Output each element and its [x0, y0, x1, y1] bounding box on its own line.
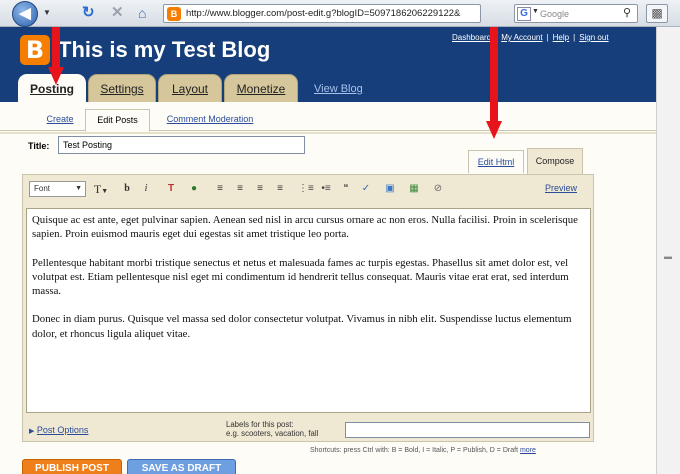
keyboard-shortcuts-hint: Shortcuts: press Ctrl with: B = Bold, I …: [310, 446, 536, 455]
browser-search-box[interactable]: G ▼ Google ⚲: [514, 4, 638, 23]
tab-compose[interactable]: Compose: [527, 148, 583, 174]
bold-icon[interactable]: b: [120, 181, 134, 197]
bullet-list-icon[interactable]: •≡: [319, 181, 333, 197]
page-scrollbar[interactable]: ▬: [656, 27, 680, 474]
view-blog-link[interactable]: View Blog: [314, 83, 363, 96]
spellcheck-icon[interactable]: ✓: [359, 181, 373, 197]
body-paragraph[interactable]: Donec in diam purus. Quisque vel massa s…: [32, 312, 585, 341]
my-account-link[interactable]: My Account: [501, 33, 542, 42]
tools-menu-icon[interactable]: ▩: [646, 4, 668, 23]
search-icon[interactable]: ⚲: [623, 7, 631, 20]
chevron-down-icon: ▼: [75, 185, 82, 192]
divider: [0, 132, 656, 134]
link-icon[interactable]: ●: [187, 181, 201, 197]
body-paragraph[interactable]: Quisque ac est ante, eget pulvinar sapie…: [32, 213, 585, 242]
italic-icon[interactable]: i: [139, 181, 153, 197]
tab-edit-html[interactable]: Edit Html: [468, 150, 524, 173]
preview-link[interactable]: Preview: [545, 182, 577, 194]
history-dropdown-icon[interactable]: ▼: [42, 5, 52, 21]
search-placeholder[interactable]: Google: [540, 8, 569, 20]
link-separator: |: [546, 33, 549, 42]
labels-hint: e.g. scooters, vacation, fall: [226, 429, 319, 438]
post-editor: Font ▼ T▼ b i T ● ≡ ≡ ≡ ≡ ⋮≡ •≡ “ ✓ ▣ ▦ ⊘…: [22, 174, 594, 442]
tab-layout[interactable]: Layout: [158, 74, 222, 102]
subtab-create[interactable]: Create: [36, 109, 84, 131]
help-link[interactable]: Help: [553, 33, 569, 42]
tab-monetize[interactable]: Monetize: [224, 74, 298, 102]
font-size-icon[interactable]: T▼: [91, 181, 111, 197]
save-as-draft-button[interactable]: SAVE AS DRAFT: [127, 459, 236, 474]
sign-out-link[interactable]: Sign out: [579, 33, 608, 42]
back-arrow-icon[interactable]: ◀: [12, 1, 38, 27]
blog-title: This is my Test Blog: [58, 37, 271, 62]
font-family-select[interactable]: Font ▼: [29, 181, 86, 197]
account-links: Dashboard|My Account|Help|Sign out: [452, 32, 609, 44]
site-favicon-icon: B: [167, 7, 181, 21]
blockquote-icon[interactable]: “: [339, 181, 353, 197]
blogger-page: B This is my Test Blog Dashboard | My Acco…: [0, 27, 656, 474]
align-right-icon[interactable]: ≡: [253, 181, 267, 197]
subtab-comment-moderation[interactable]: Comment Moderation: [155, 109, 265, 131]
google-icon[interactable]: G: [517, 7, 531, 21]
tab-settings[interactable]: Settings: [88, 74, 156, 102]
post-options-link[interactable]: Post Options: [37, 425, 89, 435]
triangle-right-icon: ▶: [29, 428, 35, 435]
reload-icon[interactable]: ↻: [82, 4, 95, 22]
scroll-grip-icon[interactable]: ▬: [664, 252, 672, 261]
labels-title: Labels for this post:: [226, 420, 294, 429]
body-paragraph[interactable]: Pellentesque habitant morbi tristique se…: [32, 256, 585, 299]
link-separator: |: [573, 33, 576, 42]
browser-toolbar: ◀ ▼ ↻ ✕ ⌂ B http://www.blogger.com/post-…: [0, 0, 680, 27]
editor-toolbar: Font ▼ T▼ b i T ● ≡ ≡ ≡ ≡ ⋮≡ •≡ “ ✓ ▣ ▦ ⊘…: [23, 175, 593, 203]
text-color-icon[interactable]: T: [164, 181, 178, 197]
blogger-header: B This is my Test Blog Dashboard | My Acco…: [0, 27, 656, 103]
title-label: Title:: [28, 141, 50, 151]
align-justify-icon[interactable]: ≡: [273, 181, 287, 197]
post-options-toggle[interactable]: ▶ Post Options: [29, 424, 88, 438]
posting-subtabs: Create Edit Posts Comment Moderation: [0, 103, 656, 132]
insert-image-icon[interactable]: ▣: [383, 181, 397, 197]
insert-video-icon[interactable]: ▦: [407, 181, 421, 197]
blogger-logo-icon[interactable]: B: [20, 35, 50, 65]
post-title-input[interactable]: [58, 136, 305, 154]
align-center-icon[interactable]: ≡: [233, 181, 247, 197]
subtab-edit-posts[interactable]: Edit Posts: [85, 109, 150, 132]
remove-formatting-icon[interactable]: ⊘: [431, 181, 445, 197]
address-bar[interactable]: B http://www.blogger.com/post-edit.g?blo…: [163, 4, 481, 23]
url-text[interactable]: http://www.blogger.com/post-edit.g?blogI…: [186, 7, 478, 21]
font-select-label: Font: [34, 184, 51, 193]
stop-icon[interactable]: ✕: [111, 4, 124, 22]
shortcuts-more-link[interactable]: more: [520, 447, 536, 454]
numbered-list-icon[interactable]: ⋮≡: [298, 181, 314, 197]
post-body-editor[interactable]: Quisque ac est ante, eget pulvinar sapie…: [26, 208, 591, 413]
shortcuts-text: Shortcuts: press Ctrl with: B = Bold, I …: [310, 447, 519, 454]
publish-post-button[interactable]: PUBLISH POST: [22, 459, 122, 474]
labels-caption: Labels for this post: e.g. scooters, vac…: [226, 420, 318, 438]
dashboard-link[interactable]: Dashboard: [452, 33, 491, 42]
search-engine-dropdown-icon[interactable]: ▼: [532, 8, 539, 15]
labels-input[interactable]: [345, 422, 590, 438]
home-icon[interactable]: ⌂: [138, 4, 146, 22]
align-left-icon[interactable]: ≡: [213, 181, 227, 197]
